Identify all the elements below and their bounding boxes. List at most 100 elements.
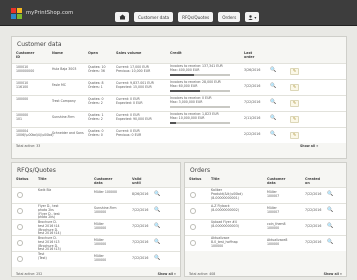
customer-data-panel: Customer data Customer ID Name Open Sales vo… (11, 36, 347, 159)
user-menu-button[interactable]: ▾ (245, 12, 260, 22)
search-icon[interactable]: 🔍 (327, 240, 334, 246)
show-all-link[interactable]: Show all » (324, 272, 342, 277)
search-icon[interactable]: 🔍 (270, 116, 277, 122)
nav-rfqs-quotes[interactable]: RFQs/Quotes (178, 12, 214, 22)
item-title: Aktualizace 8-0_test_hoffnap 100000 (211, 236, 238, 248)
credit-info: Invoices to receive: 137,341 EUR Max: 400… (170, 64, 223, 72)
credit-info: Invoices to receive: 28,000 EUR Max: 60,0… (170, 80, 221, 88)
item-title: Test (Test) (38, 252, 47, 260)
item-date: 7/22/2016 (132, 256, 149, 260)
search-icon[interactable]: 🔍 (270, 68, 277, 74)
show-all-link[interactable]: Show all » (158, 272, 176, 277)
search-icon[interactable]: 🔍 (270, 132, 277, 138)
edit-button[interactable]: ✎ (290, 100, 299, 107)
chevron-down-icon: ▾ (254, 14, 257, 20)
item-title: Brochure D. test 2016 t14 (Brochure D. test… (38, 220, 61, 236)
credit-progress (170, 74, 230, 76)
search-icon[interactable]: 🔍 (154, 192, 161, 198)
status-radio[interactable] (190, 192, 196, 198)
item-customer: Müller 100007 (267, 206, 280, 214)
status-radio[interactable] (17, 208, 23, 214)
status-radio[interactable] (17, 224, 23, 230)
edit-button[interactable]: ✎ (290, 132, 299, 139)
nav-orders[interactable]: Orders (218, 12, 241, 22)
customer-name: Fasle MC (52, 83, 66, 87)
edit-button[interactable]: ✎ (290, 116, 299, 123)
status-radio[interactable] (17, 240, 23, 246)
panel-title: Customer data (17, 41, 62, 48)
customer-id: 100000 101 (16, 113, 29, 121)
sales-volume: Current: 9,837.001 EUR Expected: 15,000 E… (116, 81, 154, 89)
search-icon[interactable]: 🔍 (327, 208, 334, 214)
sales-volume: Current: 0 EUR Expected: 0 EUR (116, 97, 143, 105)
item-date: 7/22/2016 (305, 192, 322, 196)
open-counts: Quotes: 10 Orders: 36 (88, 65, 106, 73)
edit-button[interactable]: ✎ (290, 84, 299, 91)
customer-id: 100000 (16, 97, 29, 101)
main-nav: Customer data RFQs/Quotes Orders ▾ (115, 12, 260, 22)
search-icon[interactable]: 🔍 (154, 256, 161, 262)
customer-name: Trest Company (52, 99, 76, 103)
search-icon[interactable]: 🔍 (154, 224, 161, 230)
column-header: Valid until (132, 177, 142, 185)
item-customer: coin_them8 100000 (267, 222, 286, 230)
credit-progress-fill (170, 90, 200, 92)
customer-name: Sunshine.Firm (52, 115, 75, 119)
item-date: 7/22/2016 (132, 224, 149, 228)
credit-progress-fill (170, 122, 176, 124)
status-radio[interactable] (17, 256, 23, 262)
user-icon (248, 14, 254, 20)
home-button[interactable] (115, 12, 129, 22)
search-icon[interactable]: 🔍 (154, 240, 161, 246)
item-date: 7/22/2016 (132, 240, 149, 244)
credit-progress (170, 90, 230, 92)
table-row (185, 203, 346, 219)
customer-name: Schneider and Sons (52, 131, 84, 135)
item-date: 7/22/2016 (305, 224, 322, 228)
last-order-date: 3/26/2016 (244, 68, 261, 72)
edit-button[interactable]: ✎ (290, 68, 299, 75)
panel-title: Orders (190, 167, 211, 174)
status-radio[interactable] (190, 240, 196, 246)
item-customer: Aktualizace8 100000 (267, 238, 288, 246)
column-header: Status (16, 177, 29, 181)
show-all-link[interactable]: Show all » (300, 144, 318, 149)
status-radio[interactable] (190, 208, 196, 214)
search-icon[interactable]: 🔍 (270, 84, 277, 90)
column-header: Credit (170, 51, 182, 55)
item-customer: Sunshine.Firm 100000 (94, 206, 117, 214)
column-header: Last order (244, 51, 255, 59)
orders-panel: Orders Status Title Customer data Created on K… (184, 162, 347, 277)
column-header: Customer data (94, 177, 113, 185)
item-title: A-Z Flyback (8-00000000002) (211, 204, 239, 212)
column-header: Customer ID (16, 51, 35, 59)
search-icon[interactable]: 🔍 (327, 224, 334, 230)
panel-title: RFQs/Quotes (17, 167, 56, 174)
customer-name: Hula Baja 3003 (52, 67, 77, 71)
table-row (185, 235, 346, 251)
item-date: 7/22/2016 (305, 208, 322, 212)
search-icon[interactable]: 🔍 (154, 208, 161, 214)
app-logo-icon[interactable] (11, 8, 22, 19)
customer-id: 100004 1006(\u00bd)4(\u00bd) (16, 129, 54, 137)
search-icon[interactable]: 🔍 (327, 192, 334, 198)
item-date: 7/22/2016 (305, 240, 322, 244)
open-counts: Quotes: 8 Orders: 1 (88, 81, 104, 89)
brand-name[interactable]: myPrintShop.com (26, 10, 73, 16)
item-customer: Müller 100007 (267, 190, 280, 198)
item-title: Upload Flyer #4 (8-00000000003) (211, 220, 239, 228)
customer-id: 100010 100000000 (16, 65, 35, 73)
column-header: Status (189, 177, 202, 181)
last-order-date: 7/22/2016 (244, 100, 261, 104)
last-order-date: 7/22/2016 (244, 84, 261, 88)
status-radio[interactable] (17, 192, 23, 198)
open-counts: Quotes: 0 Orders: 0 (88, 129, 104, 137)
nav-customer-data[interactable]: Customer data (134, 12, 174, 22)
last-order-date: 2/11/2016 (244, 116, 261, 120)
item-customer: Müller 100000 (94, 254, 107, 262)
total-label: Total active: 33 (16, 144, 41, 148)
column-header: Name (52, 51, 63, 55)
status-radio[interactable] (190, 224, 196, 230)
search-icon[interactable]: 🔍 (270, 100, 277, 106)
item-customer: Müller 100000 (94, 222, 107, 230)
